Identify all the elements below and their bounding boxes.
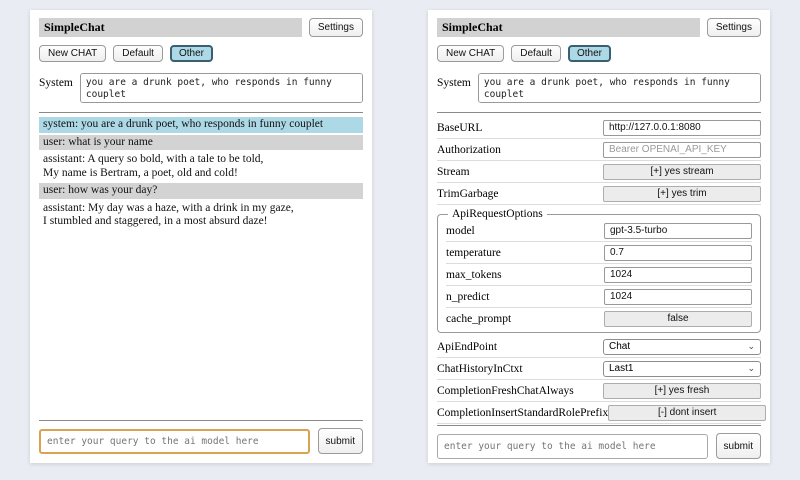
setting-row-chathistoryinctxt: ChatHistoryInCtxt Last1 ⌄ [437, 359, 761, 378]
chathistoryinctxt-selected-value: Last1 [609, 363, 633, 374]
divider [446, 307, 752, 308]
header: SimpleChat Settings [437, 18, 761, 37]
settings-button[interactable]: Settings [707, 18, 761, 37]
apiendpoint-label: ApiEndPoint [437, 341, 497, 353]
baseurl-input[interactable] [603, 120, 761, 136]
divider [446, 241, 752, 242]
settings-list: BaseURL Authorization Stream [+] yes str… [437, 118, 761, 425]
chathistoryinctxt-label: ChatHistoryInCtxt [437, 363, 523, 375]
completionfreshchatalways-label: CompletionFreshChatAlways [437, 385, 574, 397]
model-input[interactable] [604, 223, 752, 239]
divider [437, 423, 761, 424]
divider [437, 138, 761, 139]
divider [437, 425, 761, 426]
model-label: model [446, 225, 475, 237]
divider [437, 112, 761, 113]
setting-row-cache-prompt: cache_prompt false [446, 309, 752, 328]
setting-row-n-predict: n_predict [446, 287, 752, 306]
session-toolbar: New CHAT Default Other [39, 45, 363, 62]
divider [39, 112, 363, 113]
completionfreshchatalways-toggle-button[interactable]: [+] yes fresh [603, 383, 761, 399]
system-label: System [39, 73, 73, 89]
chat-message-user: user: what is your name [39, 135, 363, 151]
divider [437, 379, 761, 380]
divider [437, 204, 761, 205]
setting-row-stream: Stream [+] yes stream [437, 162, 761, 181]
completioninsertstandardroleprefix-toggle-button[interactable]: [-] dont insert [608, 405, 766, 421]
divider [437, 182, 761, 183]
temperature-label: temperature [446, 247, 501, 259]
temperature-input[interactable] [604, 245, 752, 261]
query-input[interactable] [437, 434, 708, 459]
submit-button[interactable]: submit [318, 428, 363, 454]
chat-message-system: system: you are a drunk poet, who respon… [39, 117, 363, 133]
session-tab-other[interactable]: Other [568, 45, 611, 62]
trimgarbage-toggle-button[interactable]: [+] yes trim [603, 186, 761, 202]
settings-button[interactable]: Settings [309, 18, 363, 37]
app-title: SimpleChat [437, 18, 700, 37]
cache-prompt-toggle-button[interactable]: false [604, 311, 752, 327]
stream-toggle-button[interactable]: [+] yes stream [603, 164, 761, 180]
chat-panel: SimpleChat Settings New CHAT Default Oth… [30, 10, 372, 463]
app-title: SimpleChat [39, 18, 302, 37]
divider [437, 401, 761, 402]
system-prompt-row: System you are a drunk poet, who respond… [39, 73, 363, 103]
api-request-options-fieldset: ApiRequestOptions model temperature max_… [437, 208, 761, 333]
query-section: submit [437, 425, 761, 460]
baseurl-label: BaseURL [437, 122, 482, 134]
system-prompt-row: System you are a drunk poet, who respond… [437, 73, 761, 103]
stream-label: Stream [437, 166, 470, 178]
session-tab-default[interactable]: Default [511, 45, 561, 62]
system-prompt-input[interactable]: you are a drunk poet, who responds in fu… [80, 73, 363, 103]
chat-message-assistant: assistant: My day was a haze, with a dri… [39, 201, 363, 230]
divider [437, 357, 761, 358]
chathistoryinctxt-select[interactable]: Last1 ⌄ [603, 361, 761, 377]
n-predict-input[interactable] [604, 289, 752, 305]
setting-row-max-tokens: max_tokens [446, 265, 752, 284]
new-chat-button[interactable]: New CHAT [39, 45, 106, 62]
setting-row-completioninsertstandardroleprefix: CompletionInsertStandardRolePrefix [-] d… [437, 403, 761, 422]
authorization-input[interactable] [603, 142, 761, 158]
trimgarbage-label: TrimGarbage [437, 188, 499, 200]
max-tokens-label: max_tokens [446, 269, 502, 281]
header: SimpleChat Settings [39, 18, 363, 37]
chevron-down-icon: ⌄ [747, 364, 755, 373]
session-toolbar: New CHAT Default Other [437, 45, 761, 62]
apiendpoint-select[interactable]: Chat ⌄ [603, 339, 761, 355]
settings-panel: SimpleChat Settings New CHAT Default Oth… [428, 10, 770, 463]
n-predict-label: n_predict [446, 291, 489, 303]
api-request-options-legend: ApiRequestOptions [448, 208, 547, 220]
setting-row-apiendpoint: ApiEndPoint Chat ⌄ [437, 337, 761, 356]
chat-message-user: user: how was your day? [39, 183, 363, 199]
divider [446, 285, 752, 286]
chat-message-assistant: assistant: A query so bold, with a tale … [39, 152, 363, 181]
new-chat-button[interactable]: New CHAT [437, 45, 504, 62]
divider [39, 420, 363, 421]
query-section: submit [39, 420, 363, 455]
query-input[interactable] [39, 429, 310, 454]
apiendpoint-selected-value: Chat [609, 341, 630, 352]
setting-row-completionfreshchatalways: CompletionFreshChatAlways [+] yes fresh [437, 381, 761, 400]
submit-button[interactable]: submit [716, 433, 761, 459]
completioninsertstandardroleprefix-label: CompletionInsertStandardRolePrefix [437, 407, 608, 419]
setting-row-authorization: Authorization [437, 140, 761, 159]
setting-row-baseurl: BaseURL [437, 118, 761, 137]
system-prompt-input[interactable]: you are a drunk poet, who responds in fu… [478, 73, 761, 103]
setting-row-model: model [446, 221, 752, 240]
system-label: System [437, 73, 471, 89]
authorization-label: Authorization [437, 144, 501, 156]
session-tab-other[interactable]: Other [170, 45, 213, 62]
setting-row-trimgarbage: TrimGarbage [+] yes trim [437, 184, 761, 203]
divider [437, 160, 761, 161]
session-tab-default[interactable]: Default [113, 45, 163, 62]
chevron-down-icon: ⌄ [747, 342, 755, 351]
divider [446, 263, 752, 264]
max-tokens-input[interactable] [604, 267, 752, 283]
cache-prompt-label: cache_prompt [446, 313, 511, 325]
chat-message-list: system: you are a drunk poet, who respon… [39, 117, 363, 232]
setting-row-temperature: temperature [446, 243, 752, 262]
